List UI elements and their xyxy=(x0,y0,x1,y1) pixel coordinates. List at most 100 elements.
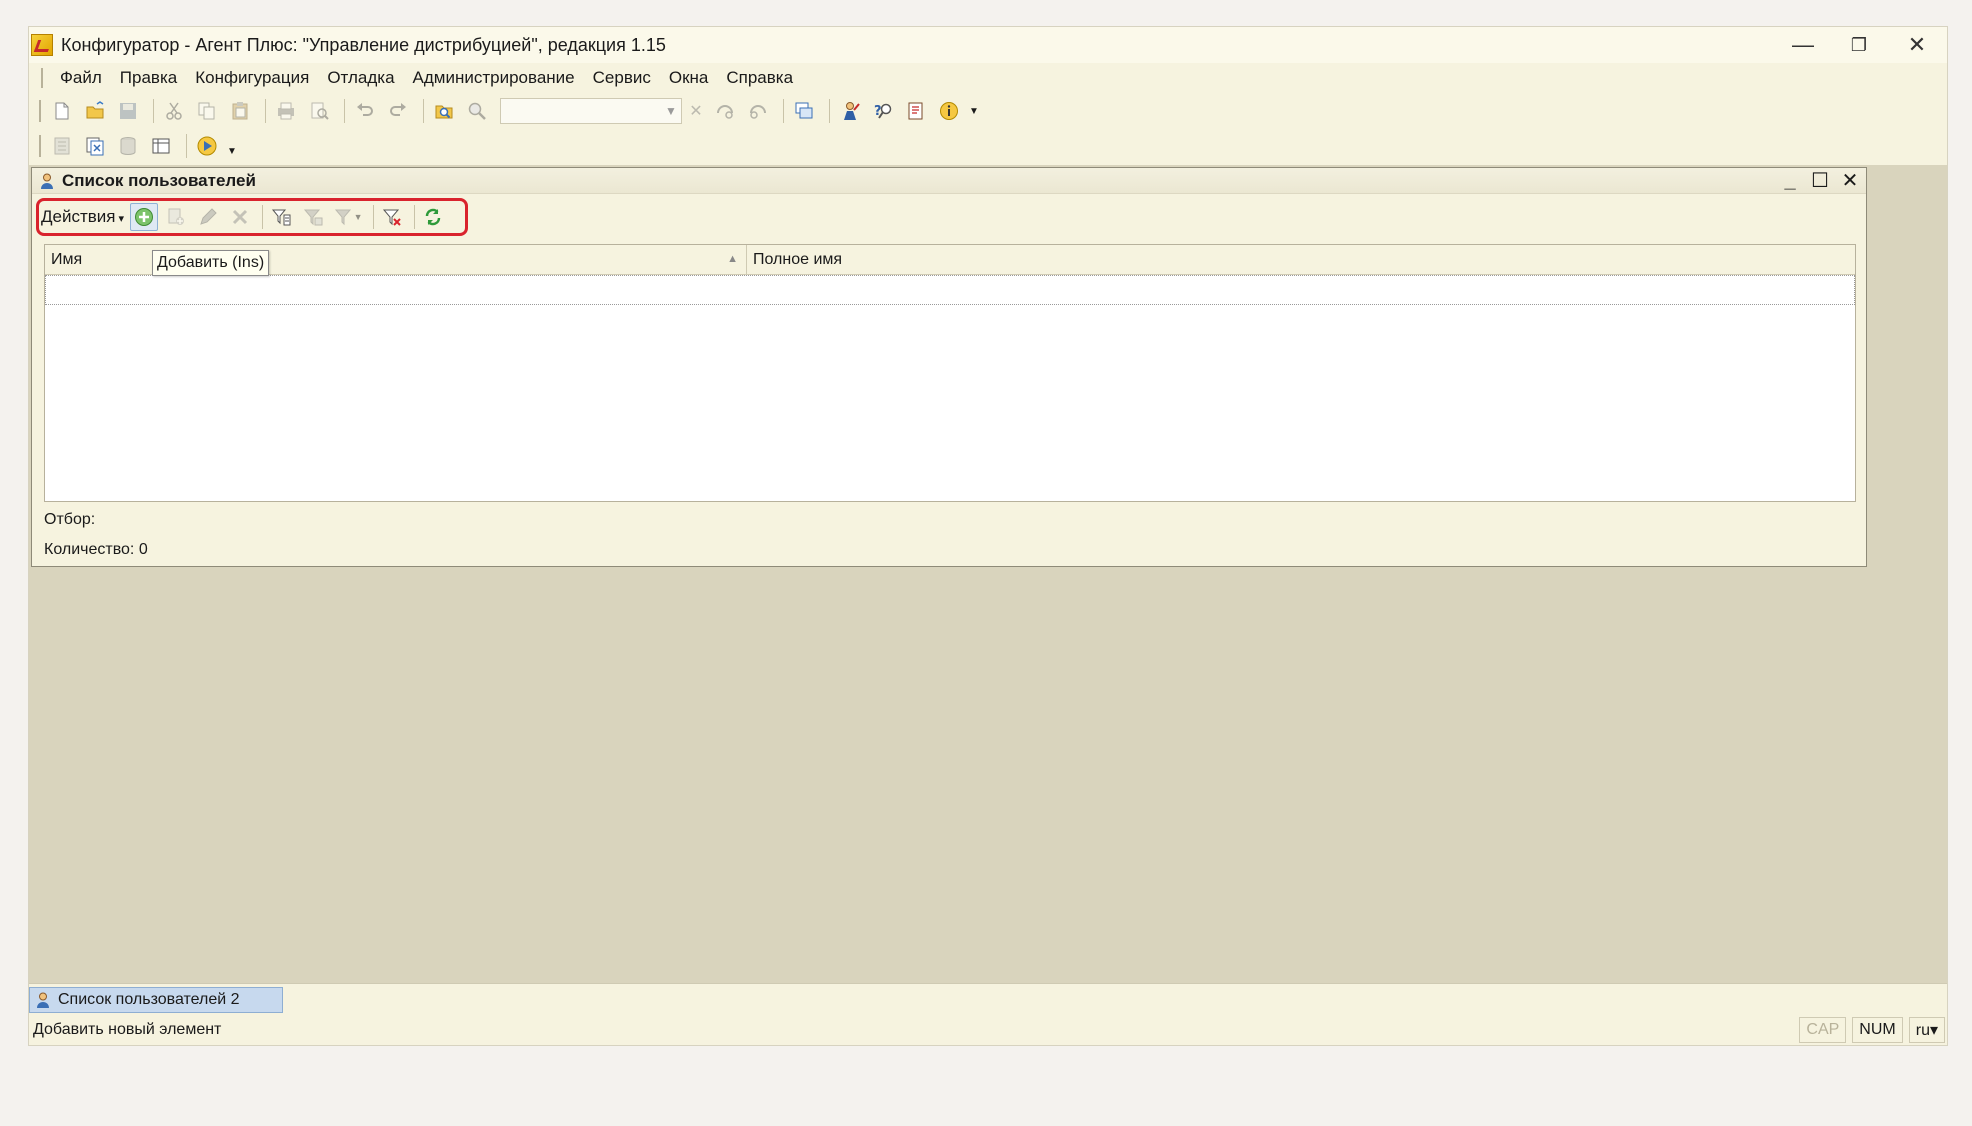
paste-icon xyxy=(232,102,248,120)
title-bar: Конфигуратор - Агент Плюс: "Управление д… xyxy=(29,27,1947,63)
window-tab-users[interactable]: Список пользователей 2 xyxy=(29,987,283,1013)
new-document-icon xyxy=(55,102,69,120)
restore-button[interactable]: ❐ xyxy=(1829,27,1889,63)
find-prev-button[interactable] xyxy=(711,97,739,125)
print-preview-button[interactable] xyxy=(305,97,333,125)
find-next-icon xyxy=(750,105,766,119)
save-icon xyxy=(120,103,136,119)
menu-help[interactable]: Справка xyxy=(720,68,799,88)
table-button[interactable] xyxy=(147,132,175,160)
chevron-down-icon[interactable]: ▼ xyxy=(661,104,681,118)
save-button[interactable] xyxy=(114,97,142,125)
toolbar-more-button[interactable]: ▼ xyxy=(968,97,980,125)
debug-more-button[interactable]: ▼ xyxy=(226,137,238,165)
search-combobox[interactable]: ▼ xyxy=(500,98,682,124)
configuration-toolbar: ▼ xyxy=(29,129,1947,163)
config-icon xyxy=(54,137,70,155)
users-list-window: Список пользователей _ ☐ ✕ Действия ▾ ▼ … xyxy=(31,167,1867,567)
windows-cascade-icon xyxy=(795,102,813,119)
column-header-name[interactable]: Имя ▲ xyxy=(45,245,747,275)
table-row[interactable] xyxy=(45,275,1855,305)
search-clear-button[interactable]: ✕ xyxy=(686,97,706,125)
assistant-button[interactable] xyxy=(836,97,864,125)
menu-configuration[interactable]: Конфигурация xyxy=(189,68,315,88)
clear-filter-button[interactable] xyxy=(378,203,406,231)
start-debug-button[interactable] xyxy=(193,132,221,160)
info-icon xyxy=(940,102,958,120)
open-button[interactable] xyxy=(81,97,109,125)
table-icon xyxy=(152,138,170,154)
child-window-controls: _ ☐ ✕ xyxy=(1780,170,1860,192)
filter-value-icon xyxy=(303,209,323,226)
window-tab-label: Список пользователей 2 xyxy=(58,991,240,1008)
new-button[interactable] xyxy=(48,97,76,125)
help-search-button[interactable]: ? xyxy=(869,97,897,125)
child-close-button[interactable]: ✕ xyxy=(1840,170,1860,192)
edit-button[interactable] xyxy=(194,203,222,231)
scissors-icon xyxy=(166,102,182,120)
toolbar-separator xyxy=(186,134,187,158)
refresh-button[interactable] xyxy=(419,203,447,231)
actions-menu-button[interactable]: Действия xyxy=(41,207,124,227)
find-in-folder-icon xyxy=(435,105,453,119)
undo-button[interactable] xyxy=(351,97,379,125)
child-maximize-button[interactable]: ☐ xyxy=(1810,170,1830,192)
find-button[interactable] xyxy=(430,97,458,125)
standard-toolbar: ▼ ✕ ? ▼ xyxy=(29,94,1947,128)
menu-windows[interactable]: Окна xyxy=(663,68,715,88)
status-text: Добавить новый элемент xyxy=(33,1021,222,1038)
window-title: Конфигуратор - Агент Плюс: "Управление д… xyxy=(61,34,666,55)
menu-grip xyxy=(41,68,44,88)
menu-service[interactable]: Сервис xyxy=(587,68,657,88)
undo-icon xyxy=(357,103,373,116)
redo-icon xyxy=(390,103,406,116)
num-lock-indicator: NUM xyxy=(1852,1017,1903,1043)
filter-clear-icon xyxy=(382,209,401,226)
paste-button[interactable] xyxy=(226,97,254,125)
menu-edit[interactable]: Правка xyxy=(114,68,183,88)
language-selector[interactable]: ru▾ xyxy=(1908,1017,1945,1043)
toolbar-separator xyxy=(265,99,266,123)
child-minimize-button[interactable]: _ xyxy=(1780,170,1800,192)
play-icon xyxy=(197,136,217,156)
redo-button[interactable] xyxy=(384,97,412,125)
open-config-button[interactable] xyxy=(48,132,76,160)
add-button[interactable] xyxy=(130,203,159,231)
about-button[interactable] xyxy=(935,97,963,125)
filter-history-icon xyxy=(334,209,351,226)
syntax-helper-button[interactable] xyxy=(902,97,930,125)
database-button[interactable] xyxy=(114,132,142,160)
table-header: Имя ▲ Полное имя xyxy=(45,245,1855,275)
pencil-icon xyxy=(200,208,217,225)
column-header-label: Полное имя xyxy=(753,251,843,268)
delete-button[interactable] xyxy=(226,203,254,231)
filter-history-button[interactable]: ▼ xyxy=(331,203,365,231)
book-icon xyxy=(908,102,923,120)
menu-debug[interactable]: Отладка xyxy=(321,68,400,88)
menu-file[interactable]: Файл xyxy=(54,68,108,88)
users-table[interactable]: Имя ▲ Полное имя xyxy=(44,244,1856,502)
set-filter-button[interactable] xyxy=(267,203,295,231)
column-header-full-name[interactable]: Полное имя xyxy=(747,245,1855,275)
print-button[interactable] xyxy=(272,97,300,125)
filter-by-value-button[interactable] xyxy=(299,203,327,231)
actions-toolbar: Действия ▾ ▼ xyxy=(36,198,468,236)
find-next-button[interactable] xyxy=(744,97,772,125)
mdi-workspace: Список пользователей _ ☐ ✕ Действия ▾ ▼ … xyxy=(29,165,1947,983)
copy-button[interactable] xyxy=(193,97,221,125)
windows-button[interactable] xyxy=(790,97,818,125)
copy-item-button[interactable] xyxy=(162,203,190,231)
compare-config-button[interactable] xyxy=(81,132,109,160)
copy-icon xyxy=(198,102,215,120)
cut-button[interactable] xyxy=(160,97,188,125)
teacher-icon xyxy=(844,102,860,120)
minimize-button[interactable]: — xyxy=(1773,27,1833,63)
status-bar: Добавить новый элемент CAP NUM ru▾ xyxy=(29,1015,1947,1045)
toolbar-separator xyxy=(344,99,345,123)
sort-ascending-icon: ▲ xyxy=(727,253,738,265)
count-label: Количество: 0 xyxy=(44,541,148,558)
menu-administration[interactable]: Администрирование xyxy=(407,68,581,88)
search-button[interactable] xyxy=(463,97,491,125)
close-button[interactable]: ✕ xyxy=(1887,27,1947,63)
menu-bar: Файл Правка Конфигурация Отладка Админис… xyxy=(29,63,1947,93)
